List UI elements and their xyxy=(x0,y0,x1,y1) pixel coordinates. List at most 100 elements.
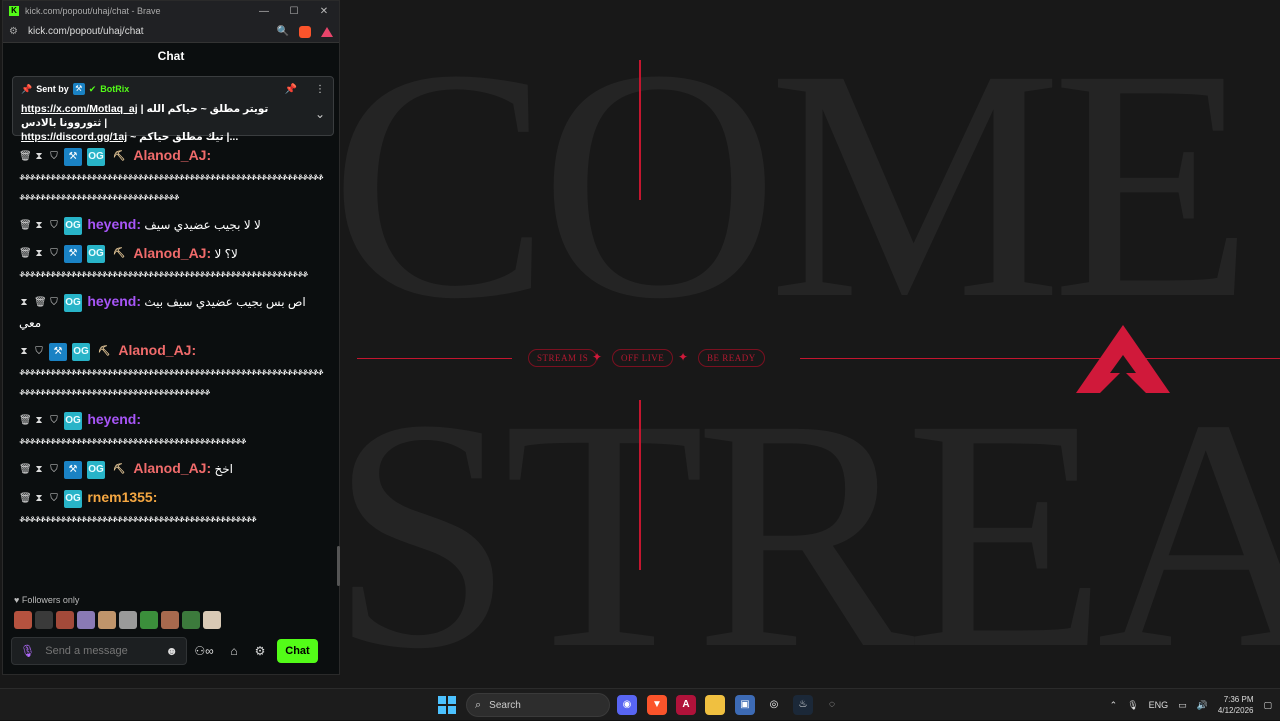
og-badge-icon: OG xyxy=(64,216,82,235)
username[interactable]: Alanod_AJ xyxy=(133,245,206,261)
chat-header: Chat xyxy=(157,49,185,63)
delete-icon[interactable]: 🗑 xyxy=(19,216,32,236)
timeout-icon[interactable]: ⧗ xyxy=(34,147,44,167)
username[interactable]: Alanod_AJ xyxy=(133,147,206,163)
timeout-icon[interactable]: ⧗ xyxy=(34,244,44,264)
emoji-icon[interactable]: ☻ xyxy=(165,644,178,658)
start-button[interactable] xyxy=(438,696,456,714)
emote-button[interactable] xyxy=(140,611,158,629)
emote-bar xyxy=(14,611,221,629)
ban-icon[interactable]: ⛉ xyxy=(49,411,59,431)
emote-button[interactable] xyxy=(161,611,179,629)
emote-button[interactable] xyxy=(56,611,74,629)
emote-button[interactable] xyxy=(203,611,221,629)
delete-icon[interactable]: 🗑 xyxy=(34,293,47,313)
chat-message[interactable]: 🗑 ⧗ ⛉ OG rnem1355: ቆቆቆቆቆቆቆቆቆቆቆቆቆቆቆቆቆቆቆቆቆቆቆቆ… xyxy=(11,483,331,532)
timeout-icon[interactable]: ⧗ xyxy=(34,216,44,236)
ban-icon[interactable]: ⛉ xyxy=(49,460,59,480)
delete-icon[interactable]: 🗑 xyxy=(19,411,32,431)
discord-icon[interactable]: ◉ xyxy=(617,695,637,715)
timeout-icon[interactable]: ⧗ xyxy=(34,489,44,509)
chevron-down-icon[interactable]: ⌄ xyxy=(315,107,325,121)
chat-message[interactable]: ⧗ ⛉ ⚒ OG ⛏ Alanod_AJ: ቆቆቆቆቆቆቆቆቆቆቆቆቆቆቆቆቆቆቆቆቆቆ… xyxy=(11,336,331,405)
microphone-icon[interactable]: 🎙 xyxy=(20,644,35,658)
site-settings-icon[interactable]: ⚙ xyxy=(9,26,18,37)
url-text[interactable]: kick.com/popout/uhaj/chat xyxy=(28,26,144,37)
settings-icon[interactable]: ⚙ xyxy=(247,644,273,658)
username[interactable]: heyend xyxy=(87,293,136,309)
emote-spam: ቆቆቆቆቆቆቆቆቆቆቆቆቆቆቆቆቆቆቆቆቆቆቆቆቆቆቆቆቆቆቆቆቆቆቆቆቆቆቆቆ… xyxy=(19,269,308,280)
username[interactable]: Alanod_AJ xyxy=(133,460,206,476)
language-indicator[interactable]: ENG xyxy=(1149,700,1169,710)
username[interactable]: rnem1355 xyxy=(87,489,152,505)
chat-message[interactable]: 🗑 ⧗ ⛉ OG heyend: لا لا بجيب عضيدي سيف xyxy=(11,210,331,239)
zoom-icon[interactable]: 🔍 xyxy=(277,26,289,37)
bot-name[interactable]: BotRix xyxy=(100,84,129,94)
ban-icon[interactable]: ⛉ xyxy=(49,216,59,236)
timeout-icon[interactable]: ⧗ xyxy=(19,342,29,362)
ban-icon[interactable]: ⛉ xyxy=(49,244,59,264)
address-bar[interactable]: ⚙ kick.com/popout/uhaj/chat 🔍 xyxy=(3,21,339,43)
close-button[interactable]: ✕ xyxy=(309,6,339,17)
chat-message[interactable]: ⧗ 🗑 ⛉ OG heyend: اص بس بجيب عضيدي سيف بيث م… xyxy=(11,287,331,336)
store-icon[interactable]: ⌂ xyxy=(221,644,247,658)
chat-message[interactable]: 🗑 ⧗ ⛉ OG heyend: ቆቆቆቆቆቆቆቆቆቆቆቆቆቆቆቆቆቆቆቆቆቆቆቆቆቆ… xyxy=(11,405,331,454)
og-badge-icon: OG xyxy=(87,147,105,166)
delete-icon[interactable]: 🗑 xyxy=(19,489,32,509)
steam-icon[interactable]: ♨ xyxy=(793,695,813,715)
chevron-up-icon[interactable]: ⌃ xyxy=(1110,700,1118,711)
message-input[interactable] xyxy=(45,645,156,657)
brave-rewards-icon[interactable] xyxy=(321,26,333,37)
pinned-link-x[interactable]: https://x.com/Motlaq_aj xyxy=(21,103,138,115)
chat-message[interactable]: 🗑 ⧗ ⛉ ⚒ OG ⛏ Alanod_AJ: لا؟ لا ቆቆቆቆቆቆቆቆቆቆቆቆቆቆ… xyxy=(11,239,331,288)
username[interactable]: heyend xyxy=(87,216,136,232)
taskbar: ⌕ Search ◉ ▼ A ▣ ◎ ♨ ◌ ⌃ 🎙 ENG ▭ 🔊 7:36 … xyxy=(0,688,1280,720)
bg-title-bottom: STREA xyxy=(330,352,1280,689)
emote-button[interactable] xyxy=(14,611,32,629)
app-icon[interactable]: ▣ xyxy=(735,695,755,715)
kick-points-icon[interactable]: ⚇∞ xyxy=(187,644,221,658)
clock[interactable]: 7:36 PM 4/12/2026 xyxy=(1218,694,1254,716)
ban-icon[interactable]: ⛉ xyxy=(34,342,44,362)
username[interactable]: heyend xyxy=(87,411,136,427)
maximize-button[interactable]: ☐ xyxy=(279,6,309,17)
obs-icon[interactable]: ◎ xyxy=(764,695,784,715)
chat-messages: 🗑 ⧗ ⛉ ⚒ OG ⛏ Alanod_AJ: ቆቆቆቆቆቆቆቆቆቆቆቆቆቆቆቆቆቆቆቆቆ… xyxy=(11,141,331,591)
microphone-tray-icon[interactable]: 🎙 xyxy=(1127,700,1138,711)
brave-shields-icon[interactable] xyxy=(299,25,311,38)
browser-window: K kick.com/popout/uhaj/chat - Brave — ☐ … xyxy=(2,0,340,675)
chat-message[interactable]: 🗑 ⧗ ⛉ ⚒ OG ⛏ Alanod_AJ: اخخ xyxy=(11,454,331,483)
timeout-icon[interactable]: ⧗ xyxy=(19,293,29,313)
delete-icon[interactable]: 🗑 xyxy=(19,147,32,167)
emote-button[interactable] xyxy=(35,611,53,629)
emote-button[interactable] xyxy=(77,611,95,629)
chat-scrollbar[interactable] xyxy=(337,546,340,586)
og-badge-icon: OG xyxy=(64,294,82,313)
ban-icon[interactable]: ⛉ xyxy=(49,293,59,313)
minimize-button[interactable]: — xyxy=(249,6,279,17)
timeout-icon[interactable]: ⧗ xyxy=(34,460,44,480)
ban-icon[interactable]: ⛉ xyxy=(49,147,59,167)
network-icon[interactable]: ▭ xyxy=(1178,700,1187,711)
apex-icon[interactable]: A xyxy=(676,695,696,715)
app-icon[interactable]: ◌ xyxy=(822,695,842,715)
accent-line xyxy=(800,358,1280,359)
chat-send-button[interactable]: Chat xyxy=(277,639,318,663)
unpin-icon[interactable]: 📌 xyxy=(285,84,297,95)
chat-message[interactable]: 🗑 ⧗ ⛉ ⚒ OG ⛏ Alanod_AJ: ቆቆቆቆቆቆቆቆቆቆቆቆቆቆቆቆቆቆቆቆቆ… xyxy=(11,141,331,210)
taskbar-search[interactable]: ⌕ Search xyxy=(466,693,610,717)
delete-icon[interactable]: 🗑 xyxy=(19,460,32,480)
emote-button[interactable] xyxy=(119,611,137,629)
file-explorer-icon[interactable] xyxy=(705,695,725,715)
more-options-icon[interactable]: ⋮ xyxy=(315,84,325,95)
brave-icon[interactable]: ▼ xyxy=(647,695,667,715)
notifications-icon[interactable]: ▢ xyxy=(1263,700,1272,711)
ban-icon[interactable]: ⛉ xyxy=(49,489,59,509)
message-input-box[interactable]: 🎙 ☻ xyxy=(11,637,187,665)
emote-button[interactable] xyxy=(98,611,116,629)
volume-icon[interactable]: 🔊 xyxy=(1197,700,1208,711)
delete-icon[interactable]: 🗑 xyxy=(19,244,32,264)
emote-button[interactable] xyxy=(182,611,200,629)
username[interactable]: Alanod_AJ xyxy=(118,342,191,358)
timeout-icon[interactable]: ⧗ xyxy=(34,411,44,431)
